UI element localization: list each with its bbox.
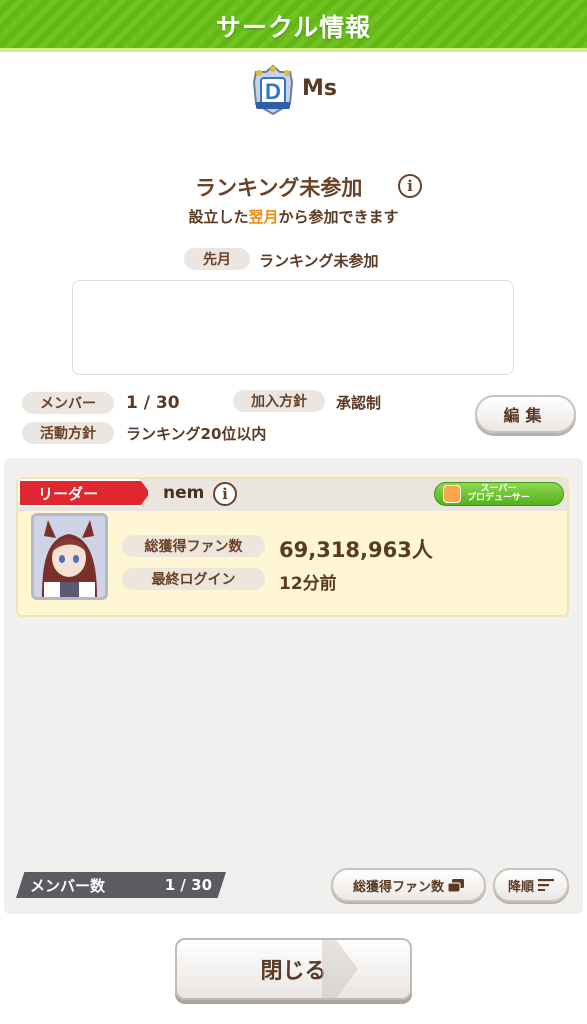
members-label: メンバー [22, 392, 114, 414]
circle-rank-emblem-icon: D [252, 64, 294, 116]
edit-button[interactable]: 編集 [475, 395, 576, 433]
total-fans-value: 69,318,963人 [279, 538, 433, 562]
members-value: 1 / 30 [126, 393, 180, 413]
last-month-label: 先月 [184, 248, 250, 270]
join-policy-value: 承認制 [336, 394, 382, 412]
window-stack-icon [448, 878, 464, 892]
ribbon-icon [443, 485, 461, 503]
ranking-status-title: ランキング未参加 [195, 176, 363, 200]
join-policy-label: 加入方針 [233, 390, 325, 412]
member-count-bar: メンバー数 1 / 30 [16, 872, 226, 898]
sort-order-label: 降順 [507, 879, 534, 895]
ranking-info-button[interactable]: i [398, 174, 422, 198]
last-login-label: 最終ログイン [122, 568, 265, 590]
super-producer-badge: スーパー プロデューサー [434, 482, 564, 506]
circle-name: Ms [302, 76, 337, 101]
info-icon: i [407, 177, 413, 195]
sort-lines-icon [538, 879, 554, 891]
activity-policy-label: 活動方針 [22, 422, 114, 444]
last-login-value: 12分前 [279, 574, 337, 594]
info-icon: i [222, 485, 228, 503]
member-info-button[interactable]: i [213, 482, 237, 506]
super-producer-label: スーパー プロデューサー [467, 484, 530, 503]
ranking-note-prefix: 設立した [188, 208, 249, 226]
circle-comment-box [72, 280, 514, 375]
total-fans-label: 総獲得ファン数 [122, 535, 265, 557]
close-button[interactable]: 閉じる [175, 938, 412, 1000]
sort-order-button[interactable]: 降順 [493, 868, 569, 902]
ranking-join-note: 設立した翌月から参加できます [0, 206, 587, 227]
page-title: サークル情報 [215, 13, 372, 42]
circle-rank-letter: D [265, 79, 281, 104]
ranking-note-highlight: 翌月 [248, 208, 279, 226]
last-month-value: ランキング未参加 [259, 252, 379, 270]
leader-role-tag: リーダー [18, 479, 150, 507]
member-count-label: メンバー数 [30, 876, 106, 895]
sort-key-label: 総獲得ファン数 [352, 879, 444, 895]
member-count-value: 1 / 30 [164, 876, 212, 894]
member-name: nem [163, 483, 205, 503]
character-portrait-icon [34, 516, 105, 597]
avatar[interactable] [31, 513, 108, 600]
sort-key-button[interactable]: 総獲得ファン数 [331, 868, 486, 902]
ranking-note-suffix: から参加できます [278, 208, 399, 226]
activity-policy-value: ランキング20位以内 [126, 425, 267, 443]
header-bar: サークル情報 [0, 0, 587, 52]
